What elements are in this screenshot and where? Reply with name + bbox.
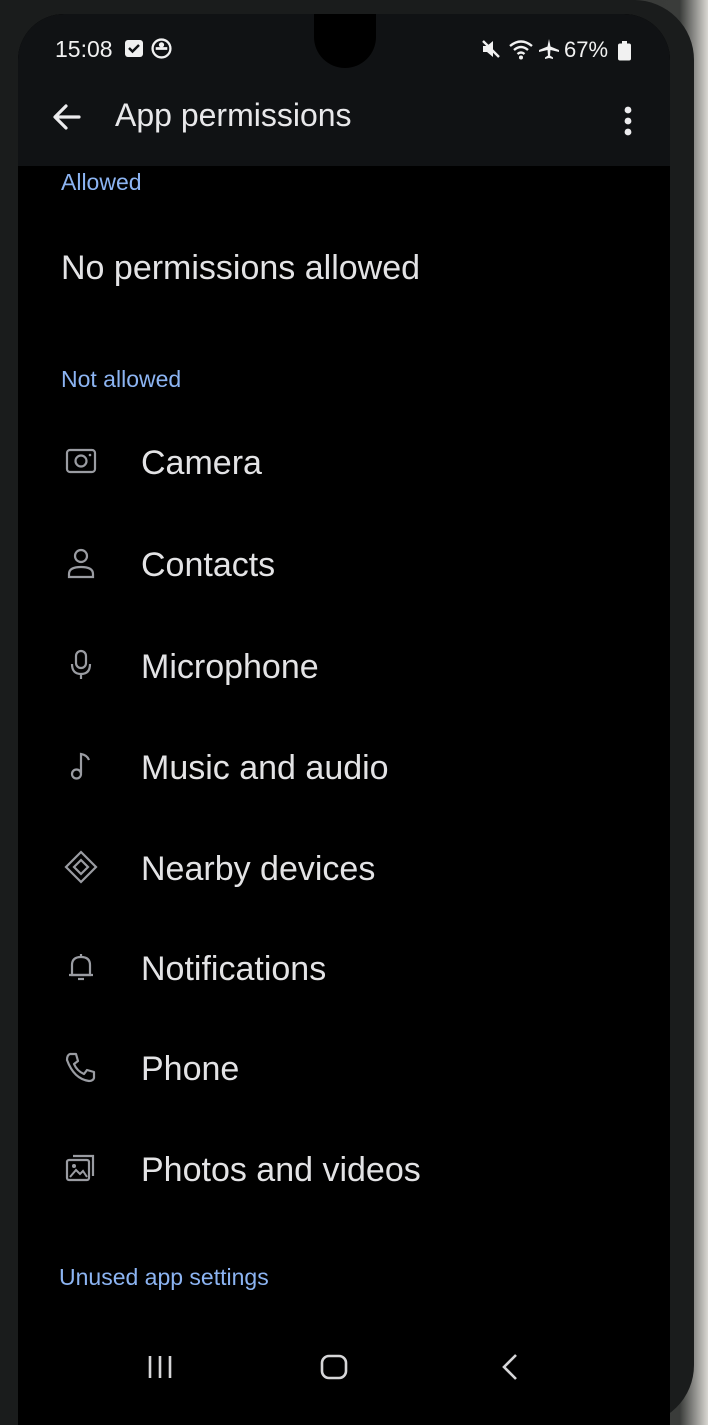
permission-row-contacts[interactable]: Contacts [18,526,670,606]
person-icon [67,548,95,579]
permission-row-nearby-devices[interactable]: Nearby devices [18,830,670,910]
permission-label: Camera [141,444,262,482]
wifi-icon [509,40,533,60]
section-header-unused-app-settings: Unused app settings [59,1264,269,1290]
section-header-allowed: Allowed [61,169,142,195]
home-icon[interactable] [320,1354,348,1380]
section-header-not-allowed: Not allowed [61,366,182,392]
more-vert-icon[interactable] [616,102,640,142]
permission-row-music-audio[interactable]: Music and audio [18,729,670,809]
permission-row-camera[interactable]: Camera [18,424,670,504]
permission-label: Notifications [141,950,327,988]
permission-row-notifications[interactable]: Notifications [18,930,670,1010]
mute-icon [482,40,500,58]
permission-row-phone[interactable]: Phone [18,1030,670,1110]
battery-icon [618,41,631,61]
no-permissions-text: No permissions allowed [61,249,421,287]
microphone-icon [70,649,92,679]
airplane-icon [539,39,559,59]
permission-label: Nearby devices [141,850,376,888]
photos-icon [65,1154,95,1182]
recents-icon[interactable] [146,1354,174,1380]
calendar-check-icon [125,40,143,57]
music-note-icon [70,752,91,780]
arrow-left-icon[interactable] [52,102,82,132]
nearby-devices-icon [64,850,98,884]
bell-icon [69,954,93,981]
page-title: App permissions [115,97,352,133]
permission-label: Music and audio [141,749,389,787]
permission-label: Contacts [141,546,276,584]
battery-percentage: 67% [564,37,609,62]
permission-label: Phone [141,1050,240,1088]
phone-icon [65,1052,96,1083]
back-icon[interactable] [500,1353,520,1381]
permission-label: Photos and videos [141,1151,421,1189]
circle-app-icon [151,38,172,59]
permission-row-photos-videos[interactable]: Photos and videos [18,1131,670,1211]
permission-row-microphone[interactable]: Microphone [18,628,670,708]
screen: 15:08 67% App permissions Allowed No per… [18,14,670,1425]
permission-label: Microphone [141,648,319,686]
camera-icon [65,448,97,474]
status-time: 15:08 [55,36,113,62]
